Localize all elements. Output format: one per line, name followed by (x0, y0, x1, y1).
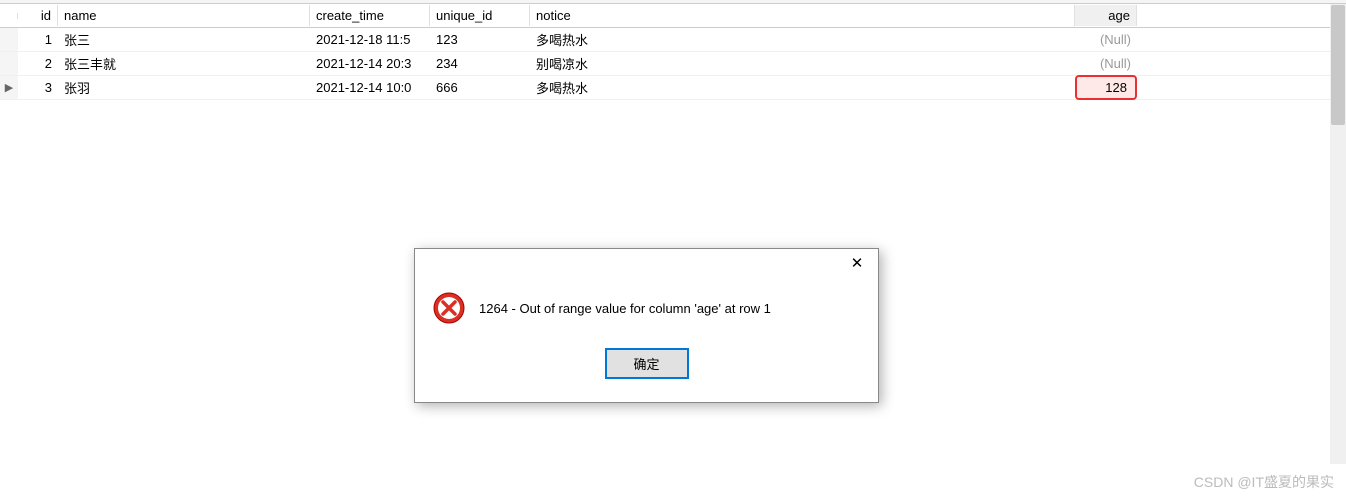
scrollbar-thumb[interactable] (1331, 5, 1345, 125)
cell-age[interactable]: (Null) (1075, 29, 1137, 50)
error-icon (433, 292, 465, 324)
cell-unique-id[interactable]: 666 (430, 77, 530, 98)
cell-age[interactable]: (Null) (1075, 53, 1137, 74)
dialog-footer: 确定 (415, 344, 878, 402)
cell-id[interactable]: 1 (18, 29, 58, 50)
cell-create-time[interactable]: 2021-12-14 10:0 (310, 77, 430, 98)
row-marker (0, 28, 18, 51)
table-row[interactable]: 2张三丰就2021-12-14 20:3234别喝凉水(Null) (0, 52, 1346, 76)
cell-name[interactable]: 张羽 (58, 75, 310, 100)
cell-id[interactable]: 2 (18, 53, 58, 74)
dialog-body: 1264 - Out of range value for column 'ag… (415, 277, 878, 344)
cell-notice[interactable]: 别喝凉水 (530, 51, 1075, 76)
row-marker (0, 52, 18, 75)
error-dialog: ✕ 1264 - Out of range value for column '… (414, 248, 879, 403)
cell-create-time[interactable]: 2021-12-14 20:3 (310, 53, 430, 74)
header-id[interactable]: id (18, 5, 58, 26)
cell-name[interactable]: 张三丰就 (58, 51, 310, 76)
cell-id[interactable]: 3 (18, 77, 58, 98)
cell-unique-id[interactable]: 123 (430, 29, 530, 50)
header-create-time[interactable]: create_time (310, 5, 430, 26)
header-unique-id[interactable]: unique_id (430, 5, 530, 26)
table-header-row: id name create_time unique_id notice age (0, 4, 1346, 28)
watermark: CSDN @IT盛夏的果实 (1194, 472, 1334, 492)
close-button[interactable]: ✕ (836, 249, 878, 277)
header-name[interactable]: name (58, 5, 310, 26)
table-row[interactable]: 1张三2021-12-18 11:5123多喝热水(Null) (0, 28, 1346, 52)
table-body: 1张三2021-12-18 11:5123多喝热水(Null)2张三丰就2021… (0, 28, 1346, 100)
header-marker[interactable] (0, 13, 18, 19)
row-marker: ▶ (0, 76, 18, 99)
ok-button[interactable]: 确定 (606, 349, 688, 378)
dialog-titlebar: ✕ (415, 249, 878, 277)
cell-unique-id[interactable]: 234 (430, 53, 530, 74)
dialog-message: 1264 - Out of range value for column 'ag… (479, 301, 771, 316)
cell-notice[interactable]: 多喝热水 (530, 27, 1075, 52)
cell-create-time[interactable]: 2021-12-18 11:5 (310, 29, 430, 50)
header-age[interactable]: age (1075, 5, 1137, 26)
data-table: id name create_time unique_id notice age… (0, 4, 1346, 100)
cell-notice[interactable]: 多喝热水 (530, 75, 1075, 100)
header-notice[interactable]: notice (530, 5, 1075, 26)
vertical-scrollbar[interactable] (1330, 4, 1346, 464)
cell-name[interactable]: 张三 (58, 27, 310, 52)
table-row[interactable]: ▶3张羽2021-12-14 10:0666多喝热水128 (0, 76, 1346, 100)
cell-age[interactable]: 128 (1075, 75, 1137, 100)
